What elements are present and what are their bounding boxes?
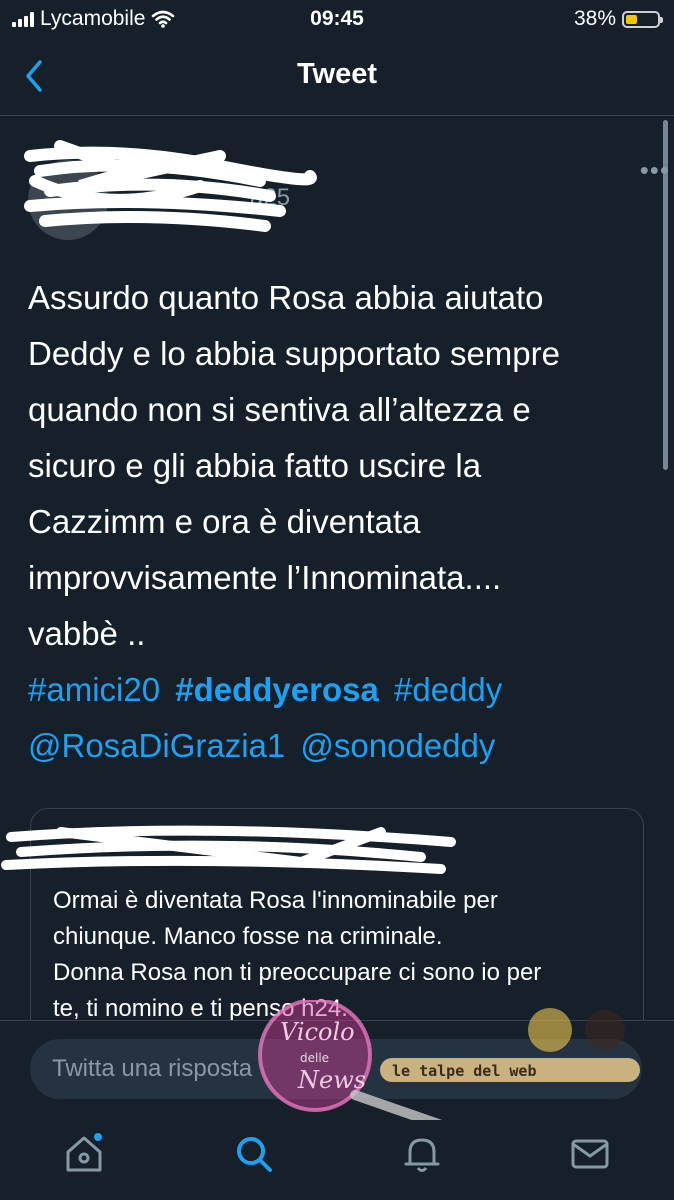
hashtag-link[interactable]: #deddy (394, 671, 502, 708)
reply-placeholder: Twitta una risposta (52, 1055, 253, 1082)
quoted-line: Ormai è diventata Rosa l'innominabile pe… (53, 887, 498, 914)
quoted-tweet[interactable]: Ormai è diventata Rosa l'innominabile pe… (1, 808, 644, 1048)
battery-group: 38% (573, 7, 663, 31)
search-icon[interactable] (232, 1132, 276, 1176)
tweet-line: sicuro e gli abbia fatto uscire la (28, 447, 482, 484)
page-title: Tweet (296, 58, 378, 90)
messages-icon[interactable] (568, 1132, 612, 1176)
mention-link[interactable]: @sonodeddy (300, 727, 495, 764)
tweet-line: quando non si sentiva all’altezza e (28, 391, 531, 428)
redaction-scribble (1, 825, 456, 874)
tweet-line: Cazzimm e ora è diventata (28, 503, 421, 540)
tweet-line: Assurdo quanto Rosa abbia aiutato (28, 279, 544, 316)
hashtag-link[interactable]: #deddyerosa (175, 671, 379, 708)
status-bar: Lycamobile 09:45 38% (0, 0, 674, 40)
tweet-text: Assurdo quanto Rosa abbia aiutato Deddy … (28, 270, 638, 662)
mention-link[interactable]: @RosaDiGrazia1 (28, 727, 285, 764)
quoted-tweet-text: Ormai è diventata Rosa l'innominabile pe… (53, 883, 633, 1027)
nav-bar: Tweet (0, 40, 674, 116)
redaction-scribble (24, 140, 317, 232)
quoted-line: Donna Rosa non ti preoccupare ci sono io… (53, 959, 542, 986)
home-icon[interactable] (62, 1132, 106, 1176)
scrollbar[interactable] (663, 120, 668, 470)
tweet-links: #amici20 #deddyerosa #deddy @RosaDiGrazi… (28, 662, 648, 774)
clock: 09:45 (310, 7, 364, 30)
tweet-line: vabbè .. (28, 615, 146, 652)
tweet-line: improvvisamente l’Innominata.... (28, 559, 502, 596)
battery-percent: 38% (573, 7, 616, 30)
reply-input[interactable]: Twitta una risposta (30, 1039, 642, 1099)
battery-icon (622, 10, 663, 28)
notifications-icon[interactable] (400, 1132, 444, 1176)
hashtag-link[interactable]: #amici20 (28, 671, 160, 708)
tweet-line: Deddy e lo abbia supportato sempre (28, 335, 560, 372)
tab-bar (0, 1120, 674, 1200)
tweet-header: a25 ••• (20, 120, 669, 240)
quoted-line: chiunque. Manco fosse na criminale. (53, 923, 443, 950)
reply-bar: Twitta una risposta (0, 1020, 674, 1121)
